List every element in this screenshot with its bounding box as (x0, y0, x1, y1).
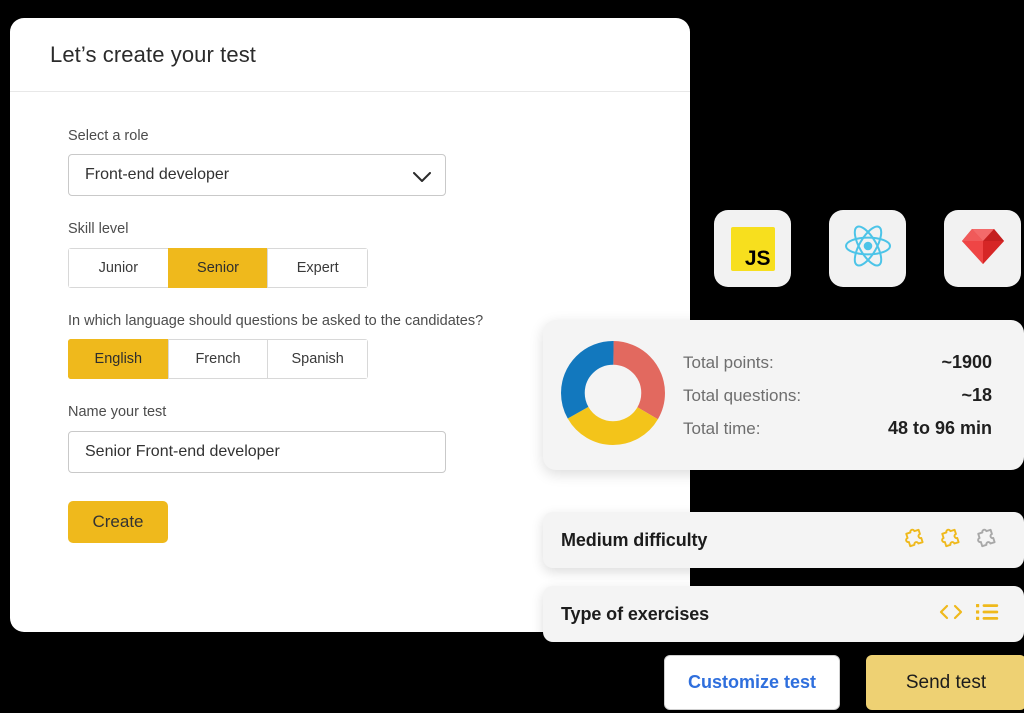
list-icon (976, 602, 1000, 627)
tech-tile-javascript[interactable]: JS (714, 210, 791, 287)
difficulty-icons (904, 526, 1000, 555)
card-header: Let’s create your test (10, 18, 690, 92)
card-body: Select a role Front-end developer Skill … (10, 92, 690, 543)
role-label: Select a role (68, 128, 149, 144)
action-buttons: Customize test Send test (664, 655, 1024, 710)
chevron-down-icon (413, 170, 431, 182)
screen-root: Let’s create your test Select a role Fro… (0, 0, 1024, 713)
language-option-english[interactable]: English (68, 339, 168, 380)
send-test-button[interactable]: Send test (866, 655, 1024, 710)
language-segmented-control: English French Spanish (68, 339, 368, 380)
skill-level-label: Skill level (68, 221, 129, 238)
language-option-french[interactable]: French (167, 339, 268, 380)
field-skill-level: Skill level Junior Senior Expert (68, 221, 650, 288)
donut-chart-wrap (543, 340, 683, 451)
summary-row-total-points: Total points: ~1900 (683, 346, 992, 379)
role-select[interactable]: Front-end developer (68, 154, 446, 197)
ruby-icon (960, 225, 1006, 272)
summary-rows: Total points: ~1900 Total questions: ~18… (683, 346, 1024, 445)
total-questions-value: ~18 (961, 384, 992, 405)
summary-row-total-questions: Total questions: ~18 (683, 379, 992, 412)
test-summary-card: Total points: ~1900 Total questions: ~18… (543, 320, 1024, 470)
javascript-icon-label: JS (744, 246, 771, 270)
skill-option-expert[interactable]: Expert (267, 247, 368, 288)
field-select-role: Select a role Front-end developer (68, 128, 650, 197)
total-time-value: 48 to 96 min (887, 417, 992, 438)
role-selected-value: Front-end developer (85, 166, 230, 184)
tech-stack-tiles: JS (714, 210, 1021, 287)
skill-level-segmented-control: Junior Senior Expert (68, 247, 368, 288)
puzzle-icon (904, 526, 928, 555)
skill-option-senior[interactable]: Senior (167, 247, 268, 288)
language-option-spanish[interactable]: Spanish (267, 339, 368, 380)
exercise-type-bar[interactable]: Type of exercises (543, 586, 1024, 642)
create-button[interactable]: Create (68, 500, 168, 543)
tech-tile-ruby[interactable] (944, 210, 1021, 287)
code-brackets-icon (938, 602, 964, 627)
test-name-input[interactable]: Senior Front-end developer (68, 430, 446, 473)
page-title: Let’s create your test (50, 41, 257, 67)
total-time-label: Total time: (683, 418, 761, 438)
difficulty-label: Medium difficulty (561, 529, 708, 550)
total-questions-label: Total questions: (683, 385, 802, 405)
difficulty-bar[interactable]: Medium difficulty (543, 512, 1024, 568)
total-points-label: Total points: (683, 352, 774, 372)
total-points-value: ~1900 (941, 351, 992, 372)
puzzle-icon (940, 526, 964, 555)
donut-chart-icon (560, 340, 666, 451)
puzzle-icon (976, 526, 1000, 555)
exercise-type-icons (938, 602, 1000, 627)
javascript-icon: JS (730, 226, 775, 271)
tech-tile-react[interactable] (829, 210, 906, 287)
react-icon (843, 223, 893, 274)
skill-option-junior[interactable]: Junior (68, 247, 168, 288)
customize-test-button[interactable]: Customize test (664, 655, 840, 710)
exercise-type-label: Type of exercises (561, 603, 710, 624)
summary-row-total-time: Total time: 48 to 96 min (683, 412, 992, 445)
